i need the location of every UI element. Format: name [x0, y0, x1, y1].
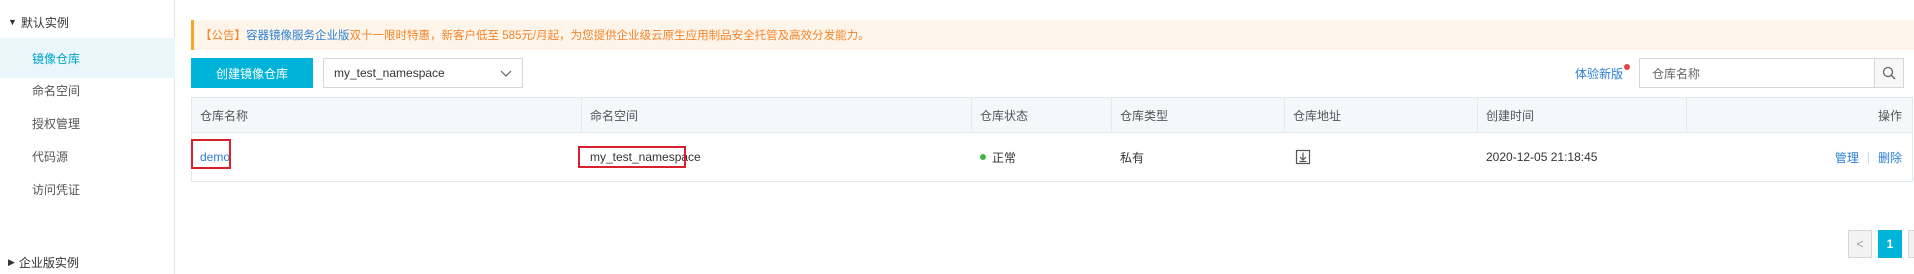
try-new-version-label: 体验新版	[1575, 66, 1624, 81]
highlight-box-repo-name	[191, 139, 231, 169]
sidebar-group-enterprise[interactable]: ▶ 企业版实例	[0, 250, 175, 274]
sidebar: ▼ 默认实例 镜像仓库 命名空间 授权管理 代码源 访问凭证 ▶ 企业版实例	[0, 0, 175, 274]
created-cell: 2020-12-05 21:18:45	[1478, 133, 1687, 181]
column-header-status: 仓库状态	[972, 98, 1112, 132]
column-header-address: 仓库地址	[1285, 98, 1478, 132]
column-header-namespace: 命名空间	[582, 98, 972, 132]
table-row: demo my_test_namespace 正常 私有 2020-12-05 …	[191, 133, 1912, 181]
try-new-version-link[interactable]: 体验新版	[1575, 58, 1631, 88]
namespace-select[interactable]: my_test_namespace	[323, 58, 523, 88]
notice-prefix: 【公告】	[200, 30, 246, 42]
delete-link[interactable]: 删除	[1878, 149, 1902, 166]
table-header: 仓库名称 命名空间 仓库状态 仓库类型 仓库地址 创建时间 操作	[192, 98, 1912, 133]
actions-cell: 管理 | 删除	[1687, 133, 1912, 181]
manage-link[interactable]: 管理	[1835, 149, 1859, 166]
toolbar: 创建镜像仓库 my_test_namespace 体验新版 仓库名称	[191, 58, 1914, 88]
action-separator: |	[1866, 150, 1870, 164]
notice-text: ，新客户低至 585元/月起，为您提供企业级云原生应用制品安全托管及高效分发能力…	[430, 30, 870, 42]
address-cell	[1285, 133, 1478, 181]
sidebar-group-label: 默认实例	[20, 15, 69, 30]
sidebar-group-default[interactable]: ▼ 默认实例	[0, 2, 175, 42]
search-icon	[1882, 66, 1896, 80]
repo-type: 私有	[1120, 150, 1145, 165]
repository-table: 仓库名称 命名空间 仓库状态 仓库类型 仓库地址 创建时间 操作 demo my…	[191, 97, 1913, 182]
sidebar-item-label: 授权管理	[32, 116, 81, 131]
next-page-button[interactable]: >	[1908, 230, 1914, 258]
repo-name-cell: demo	[191, 133, 582, 181]
highlight-box-namespace	[578, 146, 686, 168]
caret-right-icon: ▶	[8, 256, 15, 267]
sidebar-item-label: 访问凭证	[32, 182, 81, 197]
namespace-select-value: my_test_namespace	[334, 66, 445, 80]
sidebar-item-label: 镜像仓库	[32, 51, 81, 66]
sidebar-group-label: 企业版实例	[18, 255, 79, 270]
sidebar-item-label: 代码源	[32, 149, 69, 164]
column-header-name: 仓库名称	[192, 98, 582, 132]
page-button-current[interactable]: 1	[1878, 230, 1902, 258]
caret-down-icon: ▼	[8, 17, 17, 27]
prev-page-button[interactable]: <	[1848, 230, 1872, 258]
repo-created-time: 2020-12-05 21:18:45	[1486, 150, 1598, 164]
search-placeholder: 仓库名称	[1652, 66, 1701, 81]
create-repository-button[interactable]: 创建镜像仓库	[191, 58, 313, 88]
sidebar-item-access-credentials[interactable]: 访问凭证	[0, 169, 175, 209]
notification-dot	[1624, 64, 1631, 70]
pagination: < 1 >	[1848, 230, 1914, 258]
status-cell: 正常	[972, 133, 1112, 181]
search-input[interactable]: 仓库名称	[1639, 58, 1875, 88]
column-header-actions: 操作	[1877, 108, 1902, 123]
notice-link[interactable]: 容器镜像服务企业版	[246, 27, 350, 43]
status-dot-icon	[980, 154, 986, 160]
repo-status: 正常	[992, 150, 1017, 165]
notice-promo: 双十一限时特惠	[349, 30, 431, 42]
sidebar-item-label: 命名空间	[32, 83, 81, 98]
search-button[interactable]	[1874, 58, 1904, 88]
chevron-down-icon	[500, 70, 512, 77]
column-header-created: 创建时间	[1478, 98, 1687, 132]
download-icon[interactable]	[1295, 149, 1311, 165]
type-cell: 私有	[1112, 133, 1285, 181]
namespace-cell: my_test_namespace	[578, 133, 972, 181]
announcement-banner: 【公告】 容器镜像服务企业版 双十一限时特惠 ，新客户低至 585元/月起，为您…	[191, 20, 1914, 50]
column-header-type: 仓库类型	[1112, 98, 1285, 132]
